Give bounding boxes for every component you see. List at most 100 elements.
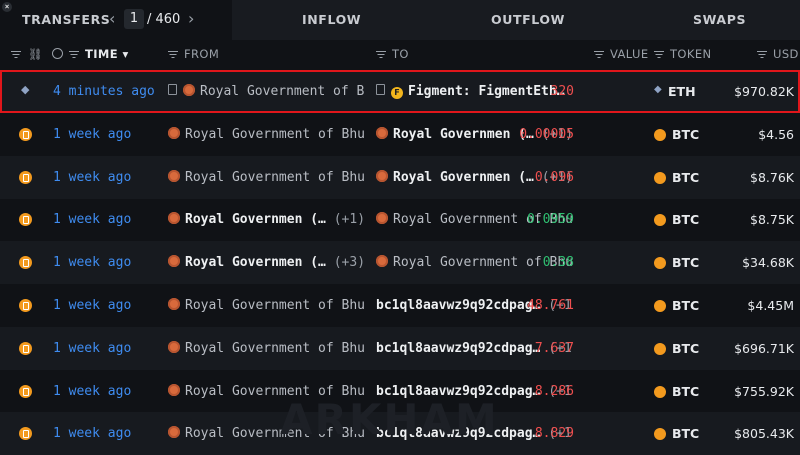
- table-row[interactable]: 1 week ago Royal Government of Bhu bc1ql8…: [0, 412, 800, 455]
- token[interactable]: BTC: [654, 341, 699, 356]
- entity-icon: [168, 169, 180, 182]
- chevron-right-icon[interactable]: ›: [188, 9, 194, 28]
- figment-icon: F: [391, 87, 403, 99]
- entity-icon: [376, 255, 388, 268]
- btc-icon: [19, 213, 32, 227]
- to-column-header[interactable]: TO: [376, 47, 409, 61]
- entity-icon: [376, 126, 388, 139]
- table-row[interactable]: 1 week ago Royal Government of Bhu Royal …: [0, 155, 800, 199]
- btc-icon: [654, 385, 666, 398]
- btc-icon: [654, 300, 666, 312]
- btc-icon: [19, 127, 32, 141]
- time-link[interactable]: 1 week ago: [53, 212, 131, 227]
- to-entity[interactable]: F Figment: FigmentEth…: [376, 84, 572, 99]
- chevron-left-icon[interactable]: ‹: [109, 9, 115, 28]
- filter-icon[interactable]: [594, 50, 604, 59]
- to-label: Royal Governmen (…: [393, 169, 534, 185]
- token[interactable]: BTC: [654, 298, 699, 313]
- time-link[interactable]: 1 week ago: [53, 298, 131, 313]
- from-label: Royal Government of Bhu: [185, 298, 364, 313]
- btc-icon: [654, 342, 666, 355]
- from-label: Royal Government of B: [200, 84, 364, 99]
- token[interactable]: ETH: [654, 84, 696, 99]
- filter-icon[interactable]: [376, 50, 386, 59]
- to-label: bc1ql8aavwz9q92cdpag…: [376, 340, 541, 356]
- token[interactable]: BTC: [654, 127, 699, 142]
- btc-icon: [19, 170, 32, 184]
- token-label: BTC: [672, 383, 700, 399]
- token[interactable]: BTC: [654, 170, 699, 185]
- token-column-header[interactable]: TOKEN: [654, 47, 712, 61]
- token[interactable]: BTC: [654, 255, 699, 270]
- from-entity[interactable]: Royal Government of Bhu: [168, 426, 364, 441]
- token-label: BTC: [672, 126, 700, 142]
- time-link[interactable]: 1 week ago: [53, 255, 131, 270]
- token[interactable]: BTC: [654, 212, 699, 227]
- time-link[interactable]: 1 week ago: [53, 426, 131, 441]
- from-entity[interactable]: Royal Governmen (… (+1): [168, 212, 364, 227]
- token-label: BTC: [672, 340, 700, 356]
- filter-icon[interactable]: [168, 50, 178, 59]
- filter-icon[interactable]: [757, 50, 767, 59]
- token-label: BTC: [672, 255, 700, 271]
- from-entity[interactable]: Royal Government of Bhu: [168, 340, 364, 356]
- table-row[interactable]: 1 week ago Royal Government of Bhu bc1ql8…: [0, 326, 800, 370]
- entity-icon: [168, 212, 180, 225]
- filter-icon[interactable]: [69, 50, 79, 59]
- from-entity[interactable]: Royal Government of Bhu: [168, 383, 364, 399]
- btc-icon: [19, 384, 32, 398]
- page-number-input[interactable]: 1: [124, 9, 144, 29]
- token[interactable]: BTC: [654, 426, 699, 441]
- time-link[interactable]: 1 week ago: [53, 341, 131, 356]
- usd-value: $4.56: [758, 126, 794, 142]
- btc-icon: [654, 428, 666, 441]
- entity-icon: [168, 126, 180, 139]
- from-label: Royal Government of Bhu: [185, 383, 364, 399]
- value: 0.0959: [527, 212, 574, 228]
- usd-value: $34.68K: [742, 255, 794, 271]
- tab-swaps[interactable]: SWAPS: [693, 12, 746, 27]
- filter-icon[interactable]: [654, 50, 664, 59]
- to-label: bc1ql8aavwz9q92cdpag…: [376, 298, 541, 313]
- from-entity[interactable]: Royal Government of Bhu: [168, 126, 364, 142]
- from-column-header[interactable]: FROM: [168, 47, 219, 61]
- time-link[interactable]: 4 minutes ago: [53, 84, 155, 99]
- value: 7.637: [534, 340, 574, 356]
- from-entity[interactable]: Royal Government of Bhu: [168, 298, 364, 313]
- tab-outflow[interactable]: OUTFLOW: [491, 12, 565, 27]
- tab-transfers[interactable]: × TRANSFERS ‹ 1 / 460 ›: [0, 0, 232, 40]
- table-header: ⛓ TIME ▾ FROM TO VALUE TOKEN USD: [0, 40, 800, 68]
- time-header-label: TIME: [85, 47, 119, 61]
- from-header-label: FROM: [184, 47, 220, 61]
- link-icon[interactable]: ⛓: [28, 47, 43, 61]
- table-row[interactable]: 1 week ago Royal Government of Bhu Royal …: [0, 113, 800, 156]
- time-link[interactable]: 1 week ago: [53, 384, 131, 399]
- btc-icon: [654, 128, 666, 141]
- token[interactable]: BTC: [654, 384, 699, 399]
- close-icon[interactable]: ×: [2, 2, 12, 12]
- from-entity[interactable]: Royal Government of B: [168, 84, 364, 99]
- time-column-header[interactable]: TIME ▾: [52, 47, 129, 61]
- from-count: (+1): [333, 212, 364, 228]
- from-label: Royal Government of Bhu: [185, 126, 364, 142]
- token-label: BTC: [672, 212, 700, 228]
- usd-value: $8.76K: [750, 169, 794, 185]
- usd-column-header[interactable]: USD: [757, 47, 799, 61]
- value: 0.096: [534, 169, 574, 185]
- table-row[interactable]: 1 week ago Royal Governmen (… (+1) Royal G…: [0, 198, 800, 241]
- time-link[interactable]: 1 week ago: [53, 170, 131, 185]
- chain-filter-icon[interactable]: [11, 47, 27, 61]
- value: 0.38: [542, 255, 574, 271]
- entity-icon: [168, 298, 180, 310]
- from-entity[interactable]: Royal Governmen (… (+3): [168, 255, 364, 270]
- time-link[interactable]: 1 week ago: [53, 127, 131, 142]
- tab-inflow[interactable]: INFLOW: [302, 12, 361, 27]
- table-row[interactable]: 1 week ago Royal Government of Bhu bc1ql8…: [0, 370, 800, 413]
- token-label: BTC: [672, 298, 700, 313]
- eth-icon: [654, 84, 662, 98]
- table-row[interactable]: 1 week ago Royal Governmen (… (+3) Royal G…: [0, 241, 800, 285]
- from-entity[interactable]: Royal Government of Bhu: [168, 169, 364, 185]
- table-row[interactable]: 4 minutes ago Royal Government of B F Figm…: [0, 70, 800, 113]
- table-row[interactable]: 1 week ago Royal Government of Bhu bc1ql8…: [0, 284, 800, 327]
- value-column-header[interactable]: VALUE: [594, 47, 649, 61]
